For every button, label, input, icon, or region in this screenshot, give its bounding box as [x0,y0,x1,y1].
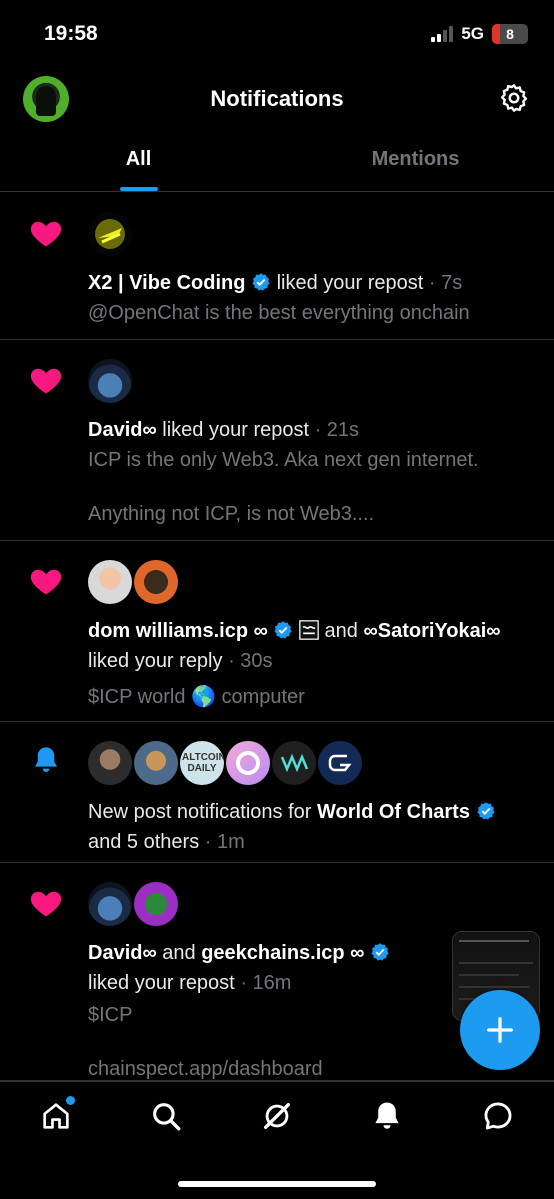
grok-icon [263,1102,291,1130]
notification-text: David∞ liked your repost · 21s ICP is th… [88,415,534,529]
unread-dot [66,1096,75,1105]
compose-button[interactable] [460,990,540,1070]
avatar[interactable] [88,882,132,926]
notification-text: David∞ and geekchains.icp ∞ liked your r… [88,938,444,1084]
actor-name[interactable]: David∞ [88,942,157,964]
tab-all[interactable]: All [0,130,277,191]
status-indicators: 5G 8 [431,24,528,44]
actor-avatars [88,882,178,926]
header: Notifications [0,72,554,124]
avatar[interactable] [272,741,316,785]
actor-avatars [88,560,178,604]
post-snippet[interactable]: $ICP [88,1000,444,1030]
notification-item[interactable]: David∞ liked your repost · 21s ICP is th… [0,340,554,541]
notification-action: liked your repost [271,272,424,294]
heart-icon [30,569,62,595]
notification-joiner: and [318,620,364,642]
post-snippet[interactable]: @OpenChat is the best everything onchain [88,298,534,328]
actor-name-secondary[interactable]: ∞SatoriYokai∞ [363,620,500,642]
notification-item[interactable]: X2 | Vibe Coding liked your repost · 7s … [0,193,554,340]
avatar[interactable] [88,212,132,256]
verified-badge-icon [252,273,270,291]
nav-home[interactable] [39,1096,75,1133]
heart-icon [30,891,62,917]
affiliate-badge-icon [299,620,319,640]
bottom-nav [0,1081,554,1199]
actor-name-secondary[interactable]: geekchains.icp ∞ [201,942,364,964]
post-snippet[interactable]: Anything not ICP, is not Web3.... [88,499,534,529]
notification-time: · 7s [428,272,463,294]
notification-prefix: New post notifications for [88,801,317,823]
verified-badge-icon [476,802,495,820]
heart-icon [30,368,62,394]
nav-notifications[interactable] [370,1099,404,1133]
notification-text: dom williams.icp ∞ and ∞SatoriYokai∞ lik… [88,616,534,712]
actor-name[interactable]: David∞ [88,419,157,441]
avatar-label: ALTCOIN DAILY [182,752,224,774]
battery-icon: 8 [492,24,528,44]
actor-avatars [88,359,132,403]
tab-bar: All Mentions [0,130,554,192]
avatar[interactable] [88,359,132,403]
avatar[interactable] [88,741,132,785]
bell-icon [35,747,57,772]
notification-action: and 5 others [88,831,200,853]
post-snippet[interactable]: $ICP world 🌎 computer [88,682,534,712]
bell-icon [375,1102,399,1129]
avatar[interactable] [134,882,178,926]
actor-avatars: ALTCOIN DAILY [88,741,362,785]
plus-icon [487,1017,513,1043]
notification-joiner: and [156,942,202,964]
home-indicator [178,1181,376,1187]
avatar[interactable]: ALTCOIN DAILY [180,741,224,785]
gear-icon[interactable] [498,82,530,114]
heart-icon [30,221,62,247]
avatar[interactable] [226,741,270,785]
nav-messages[interactable] [481,1099,515,1133]
notification-time: · 30s [228,650,273,672]
avatar[interactable] [318,741,362,785]
search-icon [153,1103,181,1131]
nav-search[interactable] [149,1099,183,1133]
actor-name[interactable]: dom williams.icp ∞ [88,620,268,642]
page-title: Notifications [210,86,344,111]
notification-time: · 1m [204,831,245,853]
notification-item[interactable]: dom williams.icp ∞ and ∞SatoriYokai∞ lik… [0,541,554,722]
notification-action: liked your repost [88,972,235,994]
verified-badge-icon [274,621,293,639]
actor-name[interactable]: X2 | Vibe Coding [88,272,245,294]
battery-level: 8 [506,26,514,42]
notification-text: X2 | Vibe Coding liked your repost · 7s … [88,268,534,328]
network-label: 5G [461,24,484,43]
chat-bubble-icon [484,1102,512,1130]
notification-time: · 16m [240,972,292,994]
notification-text: New post notifications for World Of Char… [88,797,534,857]
signal-icon [431,26,454,42]
avatar[interactable] [134,741,178,785]
actor-name[interactable]: World Of Charts [317,801,470,823]
notification-time: · 21s [314,419,360,441]
post-snippet[interactable]: ICP is the only Web3. Aka next gen inter… [88,445,534,475]
tab-mentions[interactable]: Mentions [277,130,554,191]
notification-item[interactable]: ALTCOIN DAILY New post notifications for… [0,722,554,863]
notification-action: liked your repost [156,419,310,441]
avatar[interactable] [134,560,178,604]
actor-avatars [88,212,132,256]
avatar[interactable] [88,560,132,604]
status-time: 19:58 [44,22,98,45]
status-bar: 19:58 5G 8 [0,0,554,70]
post-link[interactable]: chainspect.app/dashboard [88,1054,444,1084]
nav-grok[interactable] [260,1099,294,1133]
notification-action: liked your reply [88,650,223,672]
verified-badge-icon [371,943,389,961]
